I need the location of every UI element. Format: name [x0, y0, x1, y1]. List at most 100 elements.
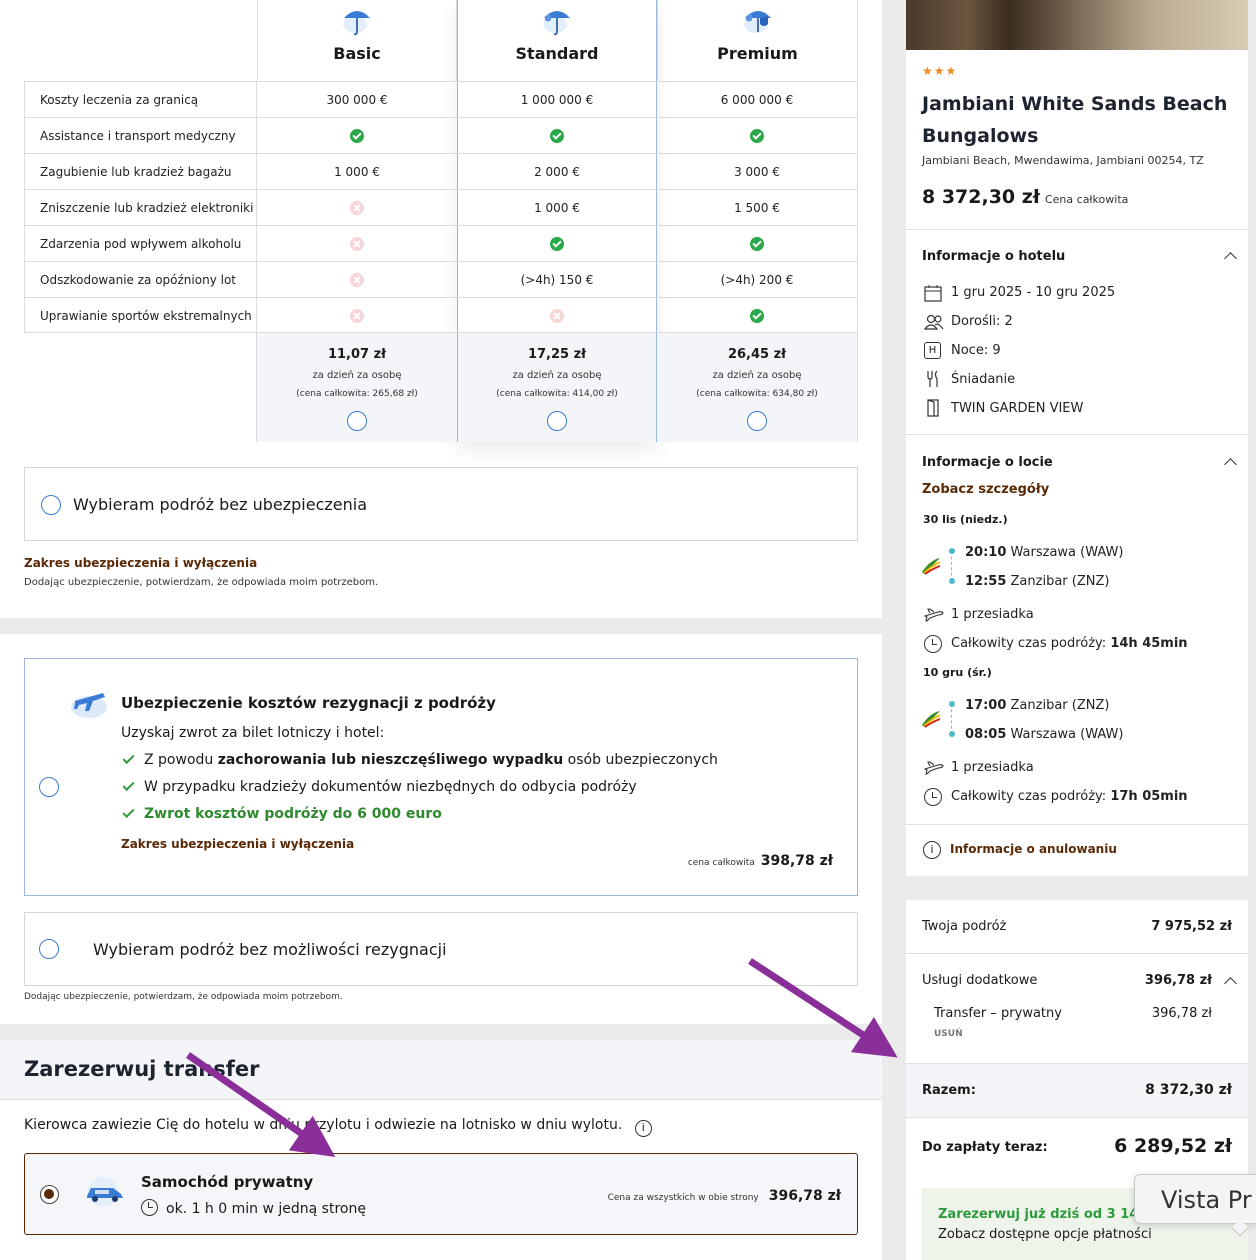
- plan-radio-basic[interactable]: [347, 411, 367, 431]
- extras-value: 396,78 zł: [1144, 973, 1212, 988]
- plan-price-standard[interactable]: 17,25 zł za dzień za osobę (cena całkowi…: [458, 333, 656, 442]
- cancellation-scope-link[interactable]: Zakres ubezpieczenia i wyłączenia: [121, 837, 354, 851]
- chevron-up-icon[interactable]: [1224, 977, 1237, 990]
- coverage-cell: 3 000 €: [734, 165, 780, 179]
- coverage-row: Assistance i transport medyczny: [24, 117, 858, 153]
- plan-price-unit: za dzień za osobę: [712, 370, 802, 381]
- booking-sidebar: ★★★ Jambiani White Sands Beach Bungalows…: [906, 0, 1248, 876]
- plane-cloud-icon: [71, 693, 107, 718]
- coverage-cell: [657, 118, 857, 154]
- dot: [949, 578, 955, 584]
- chevron-up-icon[interactable]: [1224, 458, 1237, 471]
- value: 17h 05min: [1110, 789, 1188, 804]
- table-border-right: [857, 81, 858, 442]
- place: Warszawa (WAW): [1010, 727, 1124, 742]
- no-cancellation-label: Wybieram podróż bez możliwości rezygnacj…: [93, 940, 447, 959]
- transfer-price: Cena za wszystkich w obie strony 396,78 z…: [608, 1185, 841, 1204]
- flight-details-link[interactable]: Zobacz szczegóły: [922, 482, 1049, 497]
- people-icon: [924, 314, 944, 330]
- plan-header-standard: Standard: [457, 0, 657, 81]
- transfer-description: Kierowca zawiezie Cię do hotelu w dniu p…: [24, 1117, 652, 1137]
- airline-logo-icon: [922, 558, 941, 575]
- remove-link[interactable]: USUŃ: [934, 1029, 963, 1039]
- insurance-disclaimer: Dodając ubezpieczenie, potwierdzam, że o…: [24, 577, 379, 588]
- place: Zanzibar (ZNZ): [1010, 574, 1110, 589]
- coverage-row: Odszkodowanie za opóźniony lot (>4h) 150 …: [24, 261, 858, 297]
- x-circle-icon: [350, 237, 364, 251]
- transfer-option-private[interactable]: Samochód prywatny ok. 1 h 0 min w jedną …: [24, 1153, 858, 1235]
- no-insurance-radio[interactable]: [41, 495, 61, 515]
- bullet-text: Z powodu: [144, 752, 218, 768]
- divider: [906, 953, 1248, 954]
- cancellation-price: cena całkowita 398,78 zł: [688, 850, 833, 869]
- no-cancellation-radio[interactable]: [39, 939, 59, 959]
- price-value: 396,78 zł: [768, 1188, 841, 1204]
- divider: [906, 824, 1248, 825]
- plan-price-unit: za dzień za osobę: [512, 370, 602, 381]
- plan-total: (cena całkowita: 634,80 zł): [696, 389, 818, 399]
- plan-price: 17,25 zł: [527, 347, 587, 362]
- outbound-departure: 20:10 Warszawa (WAW): [965, 545, 1123, 560]
- info-icon[interactable]: i: [634, 1120, 652, 1137]
- coverage-cell: [257, 226, 457, 262]
- check-circle-icon: [750, 309, 764, 323]
- time: 12:55: [965, 574, 1007, 589]
- transfer-card: Zarezerwuj transfer Kierowca zawiezie Ci…: [0, 1040, 882, 1260]
- flight-info-heading[interactable]: Informacje o locie: [922, 455, 1053, 470]
- coverage-cell: [257, 118, 457, 154]
- no-cancellation-option[interactable]: Wybieram podróż bez możliwości rezygnacj…: [24, 912, 858, 986]
- hotel-stars: ★★★: [922, 64, 958, 78]
- no-insurance-option[interactable]: Wybieram podróż bez ubezpieczenia: [24, 467, 858, 541]
- coverage-cell: 6 000 000 €: [720, 93, 794, 107]
- total-row: Razem: 8 372,30 zł: [906, 1063, 1248, 1118]
- airline-logo-icon: [922, 711, 941, 728]
- coverage-cell: 300 000 €: [326, 93, 388, 107]
- place: Zanzibar (ZNZ): [1010, 698, 1110, 713]
- plan-radio-standard[interactable]: [547, 411, 567, 431]
- plan-price-basic[interactable]: 11,07 zł za dzień za osobę (cena całkowi…: [257, 333, 457, 442]
- no-insurance-label: Wybieram podróż bez ubezpieczenia: [73, 495, 368, 514]
- umbrella-shield-plus-icon: [743, 11, 771, 33]
- place: Warszawa (WAW): [1010, 545, 1124, 560]
- coverage-cell: [257, 262, 457, 298]
- cancellation-option[interactable]: Ubezpieczenie kosztów rezygnacji z podró…: [24, 658, 858, 896]
- outbound-arrival: 12:55 Zanzibar (ZNZ): [965, 574, 1109, 589]
- hotel-adults: Dorośli: 2: [951, 314, 1013, 329]
- cancellation-radio[interactable]: [39, 777, 59, 797]
- x-circle-icon: [350, 273, 364, 287]
- transfer-radio-selected[interactable]: [40, 1185, 59, 1204]
- hotel-info-heading[interactable]: Informacje o hotelu: [922, 249, 1065, 264]
- cancellation-disclaimer: Dodając ubezpieczenie, potwierdzam, że o…: [24, 992, 343, 1002]
- time: 08:05: [965, 727, 1007, 742]
- plan-price-premium[interactable]: 26,45 zł za dzień za osobę (cena całkowi…: [657, 333, 857, 442]
- radio-dot: [44, 1189, 54, 1199]
- umbrella-icon: [343, 11, 370, 36]
- time: 17:00: [965, 698, 1007, 713]
- cancel-info-link[interactable]: Informacje o anulowaniu: [950, 842, 1117, 856]
- pay-now-value: 6 289,52 zł: [1114, 1135, 1232, 1157]
- inbound-date: 10 gru (śr.): [923, 666, 992, 679]
- coverage-cell: [457, 118, 657, 154]
- coverage-label: Zagubienie lub kradzież bagażu: [40, 165, 232, 179]
- cutlery-icon: [927, 370, 938, 387]
- bullet-text-bold: zachorowania lub nieszczęśliwego wypadku: [217, 752, 564, 768]
- check-circle-icon: [350, 129, 364, 143]
- clock-icon: [924, 635, 942, 653]
- coverage-label: Assistance i transport medyczny: [40, 129, 236, 143]
- inbound-stops: 1 przesiadka: [951, 760, 1034, 775]
- info-circle-icon: i: [923, 841, 941, 859]
- plan-price: 26,45 zł: [727, 347, 787, 362]
- coverage-label: Uprawianie sportów ekstremalnych: [40, 309, 252, 323]
- coverage-label: Zniszczenie lub kradzież elektroniki: [40, 201, 254, 215]
- transfer-line-value: 396,78 zł: [1151, 1006, 1212, 1021]
- hotel-photo: [906, 0, 1248, 50]
- duration-text: ok. 1 h 0 min w jedną stronę: [166, 1201, 366, 1217]
- plan-radio-premium[interactable]: [747, 411, 767, 431]
- transfer-option-duration: ok. 1 h 0 min w jedną stronę: [141, 1199, 366, 1217]
- coverage-row: Zagubienie lub kradzież bagażu 1 000 € 2 0…: [24, 153, 858, 189]
- insurance-scope-link[interactable]: Zakres ubezpieczenia i wyłączenia: [24, 556, 257, 570]
- chevron-up-icon[interactable]: [1224, 252, 1237, 265]
- plan-name: Premium: [717, 44, 798, 63]
- coverage-label: Odszkodowanie za opóźniony lot: [40, 273, 236, 287]
- cancellation-subtitle: Uzyskaj zwrot za bilet lotniczy i hotel:: [121, 725, 385, 741]
